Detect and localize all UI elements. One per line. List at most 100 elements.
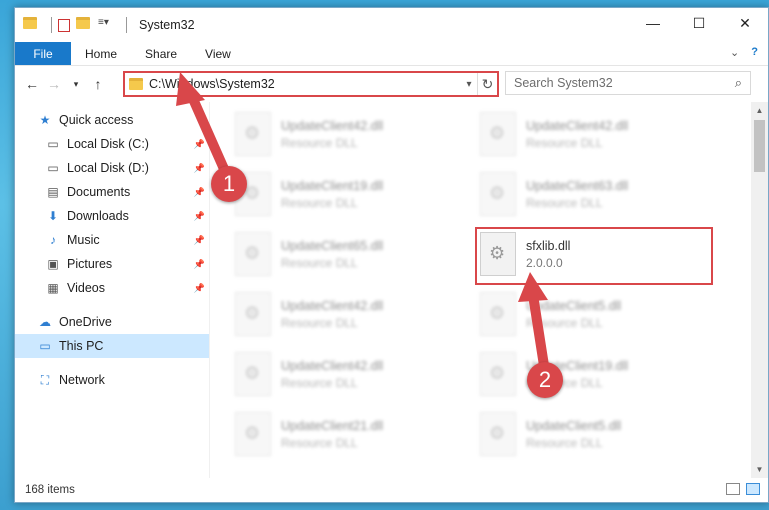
dll-file-icon [480,352,516,396]
properties-icon[interactable] [58,18,70,32]
file-item[interactable]: UpdateClient42.dll Resource DLL [235,286,475,342]
address-bar[interactable]: C:\Windows\System32 ▾ ↻ [123,71,499,97]
pin-icon[interactable]: 📌 [194,163,205,174]
pin-icon[interactable]: 📌 [194,259,205,270]
file-name: UpdateClient5.dll [526,418,622,433]
search-icon: ⌕ [734,75,742,90]
file-name: UpdateClient65.dll [281,238,384,253]
cloud-icon: ☁ [39,315,51,329]
maximize-button[interactable]: ☐ [676,8,722,38]
address-path[interactable]: C:\Windows\System32 [149,77,461,91]
video-icon: ▦ [47,281,59,295]
tab-home[interactable]: Home [71,42,131,65]
tiles-view-icon[interactable] [746,483,760,495]
file-item[interactable]: UpdateClient42.dll Resource DLL [235,346,475,402]
sidebar-item-network[interactable]: ⛶ Network [15,368,209,392]
customize-quick-access-icon[interactable]: ≡▾ [98,17,114,33]
file-item[interactable]: UpdateClient19.dllResource DLL [480,346,720,402]
scroll-thumb[interactable] [754,120,765,172]
sidebar-item-local-disk-c[interactable]: ▭ Local Disk (C:) 📌 [15,132,209,156]
pin-icon[interactable]: 📌 [194,211,205,222]
dll-file-icon [235,412,271,456]
pin-icon[interactable]: 📌 [194,139,205,150]
sidebar-item-music[interactable]: ♪ Music 📌 [15,228,209,252]
sidebar-item-pictures[interactable]: ▣ Pictures 📌 [15,252,209,276]
sidebar-item-label: Music [67,233,100,247]
back-arrow-icon[interactable]: ← [21,76,43,92]
expand-ribbon-icon[interactable]: ⌄ [730,46,739,59]
pin-icon[interactable]: 📌 [194,235,205,246]
file-item[interactable]: UpdateClient42.dll Resource DLL [480,106,720,162]
scroll-down-icon[interactable]: ▼ [751,461,768,478]
dll-file-icon [480,172,516,216]
navigation-bar: ← → ▾ ↑ C:\Windows\System32 ▾ ↻ Search S… [15,66,768,102]
file-item[interactable]: UpdateClient5.dll Resource DLL [480,406,720,462]
file-name: UpdateClient42.dll [281,358,384,373]
file-name: UpdateClient42.dll [281,118,384,133]
vertical-scrollbar[interactable]: ▲ ▼ [751,102,768,478]
file-item[interactable]: UpdateClient42.dll Resource DLL [235,106,475,162]
sidebar-item-downloads[interactable]: ⬇ Downloads 📌 [15,204,209,228]
dll-file-icon [235,232,271,276]
scroll-up-icon[interactable]: ▲ [751,102,768,119]
folder-icon[interactable] [23,17,39,33]
dll-file-icon [235,292,271,336]
navigation-pane: ★ Quick access ▭ Local Disk (C:) 📌 ▭ Local Dis… [15,102,210,478]
drive-icon: ▭ [47,161,59,175]
sidebar-item-quick-access[interactable]: ★ Quick access [15,108,209,132]
details-view-icon[interactable] [726,483,740,495]
picture-icon: ▣ [47,257,59,271]
up-arrow-icon[interactable]: ↑ [87,76,109,92]
status-bar: 168 items [15,478,768,502]
refresh-icon[interactable]: ↻ [477,73,497,95]
pin-icon[interactable]: 📌 [194,283,205,294]
pin-icon[interactable]: 📌 [194,187,205,198]
download-icon: ⬇ [47,209,59,223]
file-description: Resource DLL [526,195,603,210]
title-bar: ≡▾ System32 — ☐ ✕ [15,8,768,42]
minimize-button[interactable]: — [630,8,676,38]
file-description: Resource DLL [526,435,603,450]
forward-arrow-icon[interactable]: → [43,76,65,92]
sidebar-item-label: Pictures [67,257,113,271]
sidebar-item-videos[interactable]: ▦ Videos 📌 [15,276,209,300]
recent-locations-icon[interactable]: ▾ [65,79,87,90]
sidebar-item-local-disk-d[interactable]: ▭ Local Disk (D:) 📌 [15,156,209,180]
sidebar-item-onedrive[interactable]: ☁ OneDrive [15,310,209,334]
address-dropdown-icon[interactable]: ▾ [461,79,477,90]
dll-file-icon [480,112,516,156]
sidebar-item-documents[interactable]: ▤ Documents 📌 [15,180,209,204]
sidebar-item-this-pc[interactable]: ▭ This PC [15,334,209,358]
separator [51,17,52,33]
content-area: ★ Quick access ▭ Local Disk (C:) 📌 ▭ Local Dis… [15,102,768,478]
tab-view[interactable]: View [191,42,245,65]
sidebar-item-label: Videos [67,281,105,295]
file-item[interactable]: UpdateClient19.dllResource DLL [235,166,475,222]
file-item[interactable]: UpdateClient5.dll Resource DLL [480,286,720,342]
file-name: UpdateClient21.dll [281,418,384,433]
tab-file[interactable]: File [15,42,71,65]
file-item[interactable]: UpdateClient21.dll Resource DLL [235,406,475,462]
file-description: Resource DLL [281,255,358,270]
sidebar-item-label: Local Disk (D:) [67,161,149,175]
file-item[interactable]: UpdateClient63.dll Resource DLL [480,166,720,222]
sidebar-item-label: Local Disk (C:) [67,137,149,151]
window-title: System32 [139,18,195,32]
close-button[interactable]: ✕ [722,8,768,38]
file-list: ▲ ▼ UpdateClient42.dllResource DLLUpdate… [210,102,768,478]
dll-file-icon [480,292,516,336]
search-box[interactable]: Search System32 ⌕ [505,71,751,95]
new-folder-icon[interactable] [76,17,92,33]
file-name: sfxlib.dll [526,238,571,253]
sidebar-item-label: Network [59,373,105,387]
annotation-badge-1: 1 [211,166,247,202]
file-item[interactable]: UpdateClient65.dll Resource DLL [235,226,475,282]
tab-share[interactable]: Share [131,42,191,65]
file-description: 2.0.0.0 [526,255,563,270]
search-input[interactable]: Search System32 [514,76,613,90]
file-description: Resource DLL [281,135,358,150]
separator [126,17,127,33]
file-item[interactable]: sfxlib.dll 2.0.0.0 [480,226,720,282]
dll-file-icon [480,412,516,456]
help-icon[interactable]: ? [751,46,758,59]
